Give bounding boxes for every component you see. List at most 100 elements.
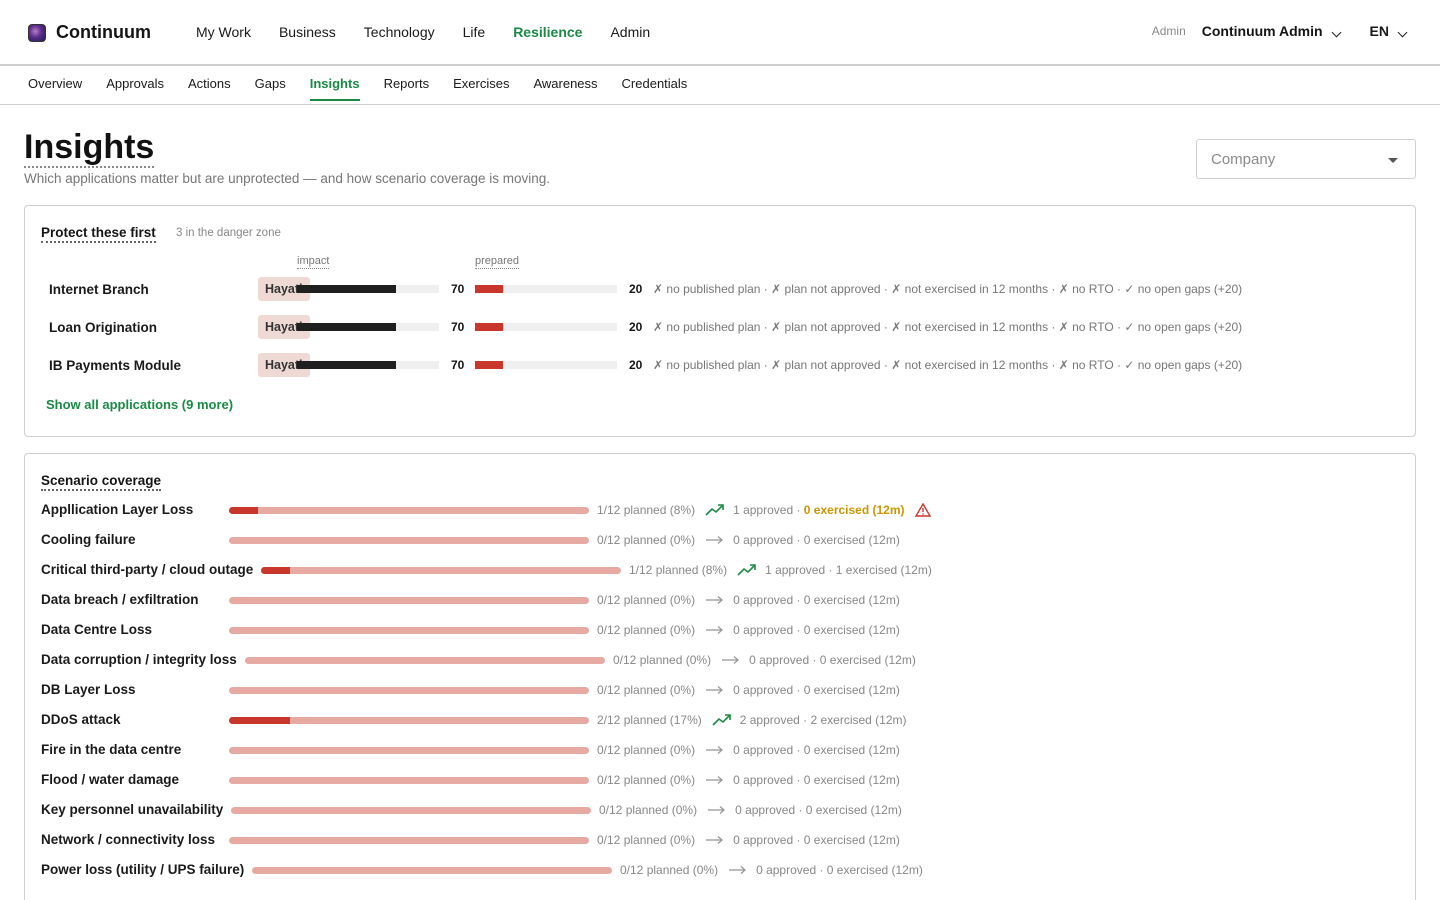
approved-count: 0 approved [735, 803, 796, 817]
chevron-down-icon [1397, 27, 1408, 38]
trend-flat-icon [707, 803, 727, 817]
nav-item-my-work[interactable]: My Work [196, 24, 251, 40]
scenario-name: DDoS attack [41, 712, 121, 727]
trend-flat-icon [705, 743, 725, 757]
scenario-row[interactable]: Network / connectivity loss 0/12 planned … [41, 825, 1401, 855]
impact-column-header: impact [297, 255, 330, 269]
planned-count: 0/12 planned (0%) [597, 743, 696, 757]
nav-item-life[interactable]: Life [463, 24, 486, 40]
scenario-row[interactable]: Data breach / exfiltration 0/12 planned (… [41, 585, 1401, 615]
tab-overview[interactable]: Overview [28, 76, 82, 101]
impact-score: 70 [451, 320, 465, 334]
exercised-count: 0 exercised (12m) [803, 833, 900, 847]
user-area: Admin Continuum Admin EN [1152, 23, 1408, 39]
scenario-coverage-stats: 0/12 planned (0%) 0 approved · 0 exercise… [597, 683, 900, 697]
scenario-row[interactable]: DB Layer Loss 0/12 planned (0%) 0 approved… [41, 675, 1401, 705]
nav-item-admin[interactable]: Admin [610, 24, 650, 40]
scenario-name: Data breach / exfiltration [41, 592, 199, 607]
tab-insights[interactable]: Insights [309, 76, 360, 101]
planned-count: 0/12 planned (0%) [597, 833, 696, 847]
scenario-coverage-stats: 0/12 planned (0%) 0 approved · 0 exercise… [597, 623, 900, 637]
stats-separator: · [793, 593, 804, 607]
stats-separator: · [825, 563, 836, 577]
tab-actions[interactable]: Actions [188, 76, 231, 101]
scenario-name: DB Layer Loss [41, 682, 136, 697]
scenario-coverage-title: Scenario coverage [41, 473, 162, 491]
trend-flat-icon [721, 653, 741, 667]
stats-separator: · [793, 743, 804, 757]
scenario-row[interactable]: Data Centre Loss 0/12 planned (0%) 0 appro… [41, 615, 1401, 645]
scenario-row[interactable]: Fire in the data centre 0/12 planned (0%)… [41, 735, 1401, 765]
planned-count: 1/12 planned (8%) [629, 563, 728, 577]
planned-coverage-bar [245, 657, 605, 664]
exercised-count: 0 exercised (12m) [826, 863, 923, 877]
prepared-bar [475, 361, 617, 369]
application-name: Internet Branch [49, 282, 149, 297]
show-all-applications-link[interactable]: Show all applications (9 more) [46, 397, 233, 412]
tab-exercises[interactable]: Exercises [453, 76, 509, 101]
readiness-reasons: ✗ no published plan · ✗ plan not approve… [653, 320, 1243, 334]
impact-score: 70 [451, 358, 465, 372]
scenario-coverage-card: Scenario coverage Appllication Layer Los… [24, 453, 1416, 900]
stats-separator: · [793, 503, 804, 517]
planned-count: 0/12 planned (0%) [597, 683, 696, 697]
tab-reports[interactable]: Reports [384, 76, 430, 101]
prepared-bar-fill [475, 323, 504, 331]
impact-score: 70 [451, 282, 465, 296]
prepared-bar-fill [475, 361, 504, 369]
trend-flat-icon [705, 533, 725, 547]
scenario-name: Fire in the data centre [41, 742, 182, 757]
scenario-name: Data Centre Loss [41, 622, 153, 637]
scenario-row[interactable]: Cooling failure 0/12 planned (0%) 0 approv… [41, 525, 1401, 555]
readiness-reasons: ✗ no published plan · ✗ plan not approve… [653, 282, 1243, 296]
brand[interactable]: Continuum [28, 22, 151, 43]
tab-credentials[interactable]: Credentials [622, 76, 688, 101]
tab-approvals[interactable]: Approvals [106, 76, 164, 101]
trend-flat-icon [705, 773, 725, 787]
scenario-name: Data corruption / integrity loss [41, 652, 237, 667]
application-row[interactable]: Loan Origination Hayati 70 20 ✗ no published… [49, 315, 1409, 339]
stats-separator: · [793, 683, 804, 697]
company-select[interactable]: Company [1196, 139, 1416, 179]
scenario-row[interactable]: Appllication Layer Loss 1/12 planned (8%)… [41, 495, 1401, 525]
stats-separator: · [793, 533, 804, 547]
stats-separator: · [809, 653, 820, 667]
scenario-row[interactable]: Power loss (utility / UPS failure) 0/12 p… [41, 855, 1401, 885]
nav-item-business[interactable]: Business [279, 24, 336, 40]
warning-triangle-icon [914, 502, 931, 517]
scenario-row[interactable]: Data corruption / integrity loss 0/12 pla… [41, 645, 1401, 675]
trend-up-icon [712, 713, 732, 727]
top-navbar: Continuum My Work Business Technology Life R… [0, 0, 1440, 66]
application-row[interactable]: IB Payments Module Hayati 70 20 ✗ no publish… [49, 353, 1409, 377]
language-switcher[interactable]: EN [1369, 23, 1408, 39]
planned-coverage-bar [252, 867, 612, 874]
prepared-bar [475, 285, 617, 293]
scenario-coverage-stats: 0/12 planned (0%) 0 approved · 0 exercise… [597, 743, 900, 757]
application-row[interactable]: Internet Branch Hayati 70 20 ✗ no published … [49, 277, 1409, 301]
nav-item-resilience[interactable]: Resilience [513, 24, 582, 40]
scenario-row[interactable]: DDoS attack 2/12 planned (17%) 2 approved … [41, 705, 1401, 735]
scenario-row[interactable]: Critical third-party / cloud outage 1/12 … [41, 555, 1401, 585]
exercised-count: 0 exercised (12m) [803, 503, 905, 517]
user-menu-button[interactable]: Continuum Admin [1201, 23, 1341, 39]
user-name: Continuum Admin [1201, 23, 1323, 39]
language-code: EN [1369, 23, 1389, 39]
scenario-coverage-stats: 0/12 planned (0%) 0 approved · 0 exercise… [599, 803, 902, 817]
exercised-count: 0 exercised (12m) [803, 773, 900, 787]
tab-gaps[interactable]: Gaps [255, 76, 286, 101]
exercised-count: 0 exercised (12m) [803, 593, 900, 607]
exercised-count: 0 exercised (12m) [819, 653, 916, 667]
scenario-coverage-stats: 1/12 planned (8%) 1 approved · 1 exercise… [629, 563, 932, 577]
page-subtitle: Which applications matter but are unprot… [24, 171, 551, 186]
planned-coverage-bar [229, 747, 589, 754]
nav-item-technology[interactable]: Technology [364, 24, 435, 40]
stats-separator: · [799, 713, 811, 727]
stats-separator: · [816, 863, 827, 877]
scenario-row[interactable]: Key personnel unavailability 0/12 planned… [41, 795, 1401, 825]
scenario-name: Appllication Layer Loss [41, 502, 194, 517]
tab-awareness[interactable]: Awareness [533, 76, 597, 101]
planned-coverage-bar [229, 537, 589, 544]
planned-coverage-bar-fill [229, 507, 258, 514]
exercised-count: 0 exercised (12m) [803, 683, 900, 697]
scenario-row[interactable]: Flood / water damage 0/12 planned (0%) 0 a… [41, 765, 1401, 795]
